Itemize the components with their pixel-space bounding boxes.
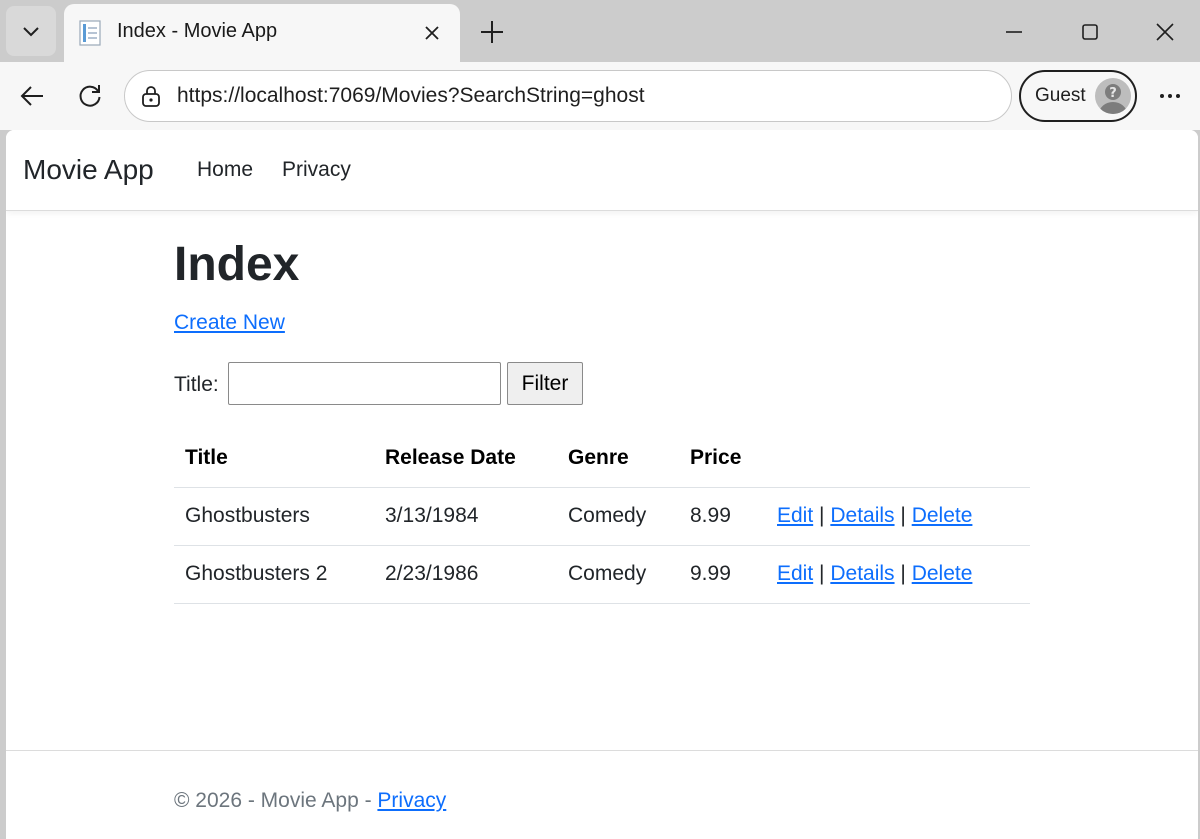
profile-label: Guest bbox=[1035, 85, 1086, 106]
browser-tabstrip: Index - Movie App bbox=[0, 0, 1200, 62]
column-header-release-date: Release Date bbox=[374, 429, 557, 488]
browser-toolbar: https://localhost:7069/Movies?SearchStri… bbox=[0, 62, 1200, 130]
cell-price: 9.99 bbox=[679, 545, 766, 604]
filter-button[interactable]: Filter bbox=[507, 362, 583, 405]
movies-table: Title Release Date Genre Price Ghostbust… bbox=[174, 429, 1030, 604]
reload-button[interactable] bbox=[70, 76, 110, 116]
browser-tab-active[interactable]: Index - Movie App bbox=[64, 4, 460, 62]
table-row: Ghostbusters 3/13/1984 Comedy 8.99 Edit … bbox=[174, 487, 1030, 546]
chevron-down-icon bbox=[23, 27, 39, 37]
column-header-price: Price bbox=[679, 429, 766, 488]
edit-link[interactable]: Edit bbox=[777, 562, 813, 585]
close-icon bbox=[1156, 23, 1174, 41]
action-separator: | bbox=[819, 504, 825, 527]
address-bar[interactable]: https://localhost:7069/Movies?SearchStri… bbox=[124, 70, 1012, 122]
filter-form: Title: Filter bbox=[174, 362, 674, 406]
tab-list-button[interactable] bbox=[6, 6, 56, 56]
footer-text: © 2026 - Movie App - Privacy bbox=[174, 789, 446, 813]
nav-link-privacy[interactable]: Privacy bbox=[282, 158, 351, 182]
cell-actions: Edit | Details | Delete bbox=[766, 545, 1030, 604]
cell-genre: Comedy bbox=[557, 545, 679, 604]
guest-avatar-icon: ? bbox=[1099, 84, 1127, 114]
cell-release-date: 2/23/1986 bbox=[374, 545, 557, 604]
action-separator: | bbox=[900, 562, 906, 585]
tab-close-button[interactable] bbox=[416, 17, 448, 49]
minimize-button[interactable] bbox=[994, 12, 1034, 52]
action-separator: | bbox=[900, 504, 906, 527]
new-tab-button[interactable] bbox=[472, 12, 512, 52]
cell-release-date: 3/13/1984 bbox=[374, 487, 557, 546]
cell-title: Ghostbusters bbox=[174, 487, 374, 546]
page-favicon-icon bbox=[79, 20, 101, 46]
cell-actions: Edit | Details | Delete bbox=[766, 487, 1030, 546]
ellipsis-icon bbox=[1160, 94, 1180, 98]
site-navbar: Movie App Home Privacy bbox=[6, 130, 1198, 211]
action-separator: | bbox=[819, 562, 825, 585]
cell-genre: Comedy bbox=[557, 487, 679, 546]
title-filter-input[interactable] bbox=[228, 362, 501, 405]
profile-button[interactable]: Guest ? bbox=[1019, 70, 1137, 122]
cell-price: 8.99 bbox=[679, 487, 766, 546]
maximize-button[interactable] bbox=[1070, 12, 1110, 52]
site-footer: © 2026 - Movie App - Privacy bbox=[6, 750, 1198, 839]
maximize-icon bbox=[1082, 24, 1098, 40]
page-title: Index bbox=[174, 238, 300, 291]
nav-link-home[interactable]: Home bbox=[197, 158, 253, 182]
close-icon bbox=[425, 26, 439, 40]
column-header-actions bbox=[766, 429, 1030, 488]
svg-text:?: ? bbox=[1109, 86, 1117, 101]
page-viewport: Movie App Home Privacy Index Create New … bbox=[6, 130, 1198, 839]
cell-title: Ghostbusters 2 bbox=[174, 545, 374, 604]
plus-icon bbox=[481, 21, 503, 43]
brand-link[interactable]: Movie App bbox=[23, 154, 154, 186]
details-link[interactable]: Details bbox=[830, 504, 894, 527]
title-filter-label: Title: bbox=[174, 373, 219, 396]
lock-icon[interactable] bbox=[139, 84, 163, 108]
table-row: Ghostbusters 2 2/23/1986 Comedy 9.99 Edi… bbox=[174, 545, 1030, 604]
minimize-icon bbox=[1006, 31, 1022, 33]
url-text[interactable]: https://localhost:7069/Movies?SearchStri… bbox=[177, 84, 645, 108]
table-header-row: Title Release Date Genre Price bbox=[174, 429, 1030, 488]
create-new-link[interactable]: Create New bbox=[174, 311, 285, 335]
arrow-left-icon bbox=[20, 86, 43, 106]
reload-icon bbox=[79, 85, 101, 107]
more-options-button[interactable] bbox=[1150, 76, 1190, 116]
details-link[interactable]: Details bbox=[830, 562, 894, 585]
column-header-title: Title bbox=[174, 429, 374, 488]
footer-privacy-link[interactable]: Privacy bbox=[377, 789, 446, 812]
column-header-genre: Genre bbox=[557, 429, 679, 488]
delete-link[interactable]: Delete bbox=[912, 562, 973, 585]
copyright-text: © 2026 - Movie App - bbox=[174, 789, 378, 812]
back-button[interactable] bbox=[12, 76, 52, 116]
tab-title: Index - Movie App bbox=[117, 20, 278, 42]
edit-link[interactable]: Edit bbox=[777, 504, 813, 527]
avatar: ? bbox=[1095, 78, 1131, 114]
window-close-button[interactable] bbox=[1145, 12, 1185, 52]
delete-link[interactable]: Delete bbox=[912, 504, 973, 527]
